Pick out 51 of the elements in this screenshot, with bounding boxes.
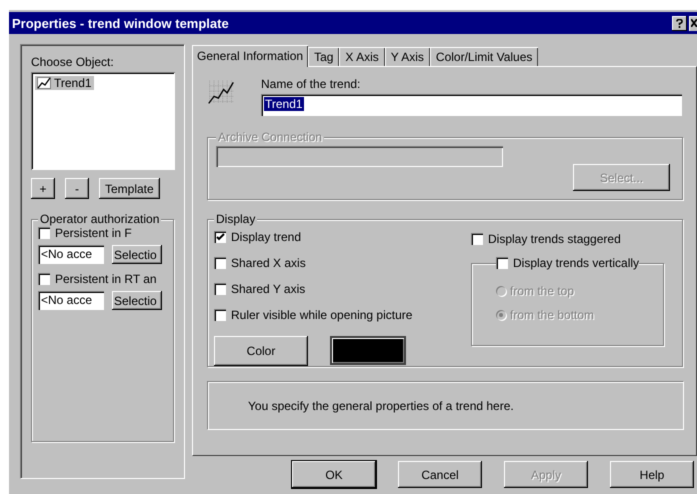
tab[interactable]: X Axis — [339, 47, 385, 66]
radio-label: from the top — [510, 284, 574, 298]
window-title: Properties - trend window template — [12, 16, 230, 30]
checkbox[interactable] — [38, 227, 50, 239]
checkbox[interactable] — [214, 257, 226, 269]
checkbox-label: Ruler visible while opening picture — [231, 308, 412, 322]
choose-object-label: Choose Object: — [31, 55, 115, 69]
name-label: Name of the trend: — [261, 77, 362, 91]
checkbox-label: Shared Y axis — [231, 282, 306, 296]
group-title: Operator authorization — [38, 212, 162, 226]
checkbox-label: Persistent in RT an — [55, 272, 157, 286]
checkbox[interactable] — [214, 283, 226, 295]
dialog-button[interactable]: OK — [292, 461, 376, 488]
checkbox-label: Persistent in F — [55, 226, 132, 240]
selection-button[interactable]: Selectio — [112, 291, 162, 310]
trend-icon — [37, 77, 51, 89]
checkbox[interactable] — [214, 231, 226, 243]
group-title: Display — [214, 212, 258, 226]
input-field[interactable]: <No acce — [38, 291, 104, 310]
tab[interactable]: Tag — [308, 47, 340, 66]
checkbox[interactable] — [214, 309, 226, 321]
tab[interactable]: General Information — [192, 45, 308, 67]
group-title: Archive Connection — [216, 130, 324, 144]
input-field[interactable]: <No acce — [38, 245, 104, 264]
object-item[interactable]: Trend1 — [35, 76, 94, 90]
tab[interactable]: Color/Limit Values — [430, 47, 538, 66]
object-list[interactable]: Trend1 — [31, 72, 175, 170]
checkbox-label: Display trends staggered — [488, 232, 621, 246]
description-text: You specify the general properties of a trend here. — [248, 398, 514, 412]
checkbox-label: Display trends vertically — [513, 256, 640, 270]
tab[interactable]: Y Axis — [384, 47, 430, 66]
checkbox[interactable] — [496, 257, 508, 269]
dialog-button[interactable]: Help — [610, 461, 694, 488]
object-button[interactable]: - — [65, 178, 89, 199]
radio-button[interactable] — [496, 286, 506, 296]
color-button[interactable]: Color — [214, 336, 308, 366]
archive-field[interactable] — [216, 146, 503, 167]
checkbox[interactable] — [38, 273, 50, 285]
help-icon[interactable] — [672, 16, 687, 30]
object-button[interactable]: + — [31, 178, 55, 199]
radio-label: from the bottom — [510, 308, 594, 322]
radio-button[interactable] — [496, 310, 506, 320]
object-button[interactable]: Template — [99, 178, 160, 199]
name-field[interactable]: Trend1 — [261, 94, 682, 116]
checkbox[interactable] — [471, 233, 483, 245]
checkbox-label: Shared X axis — [231, 256, 306, 270]
selection-button[interactable]: Selectio — [112, 245, 162, 264]
dialog-button[interactable]: Cancel — [398, 461, 482, 488]
checkbox-label: Display trend — [231, 230, 302, 244]
close-icon[interactable] — [689, 16, 697, 30]
color-swatch[interactable] — [330, 336, 406, 365]
